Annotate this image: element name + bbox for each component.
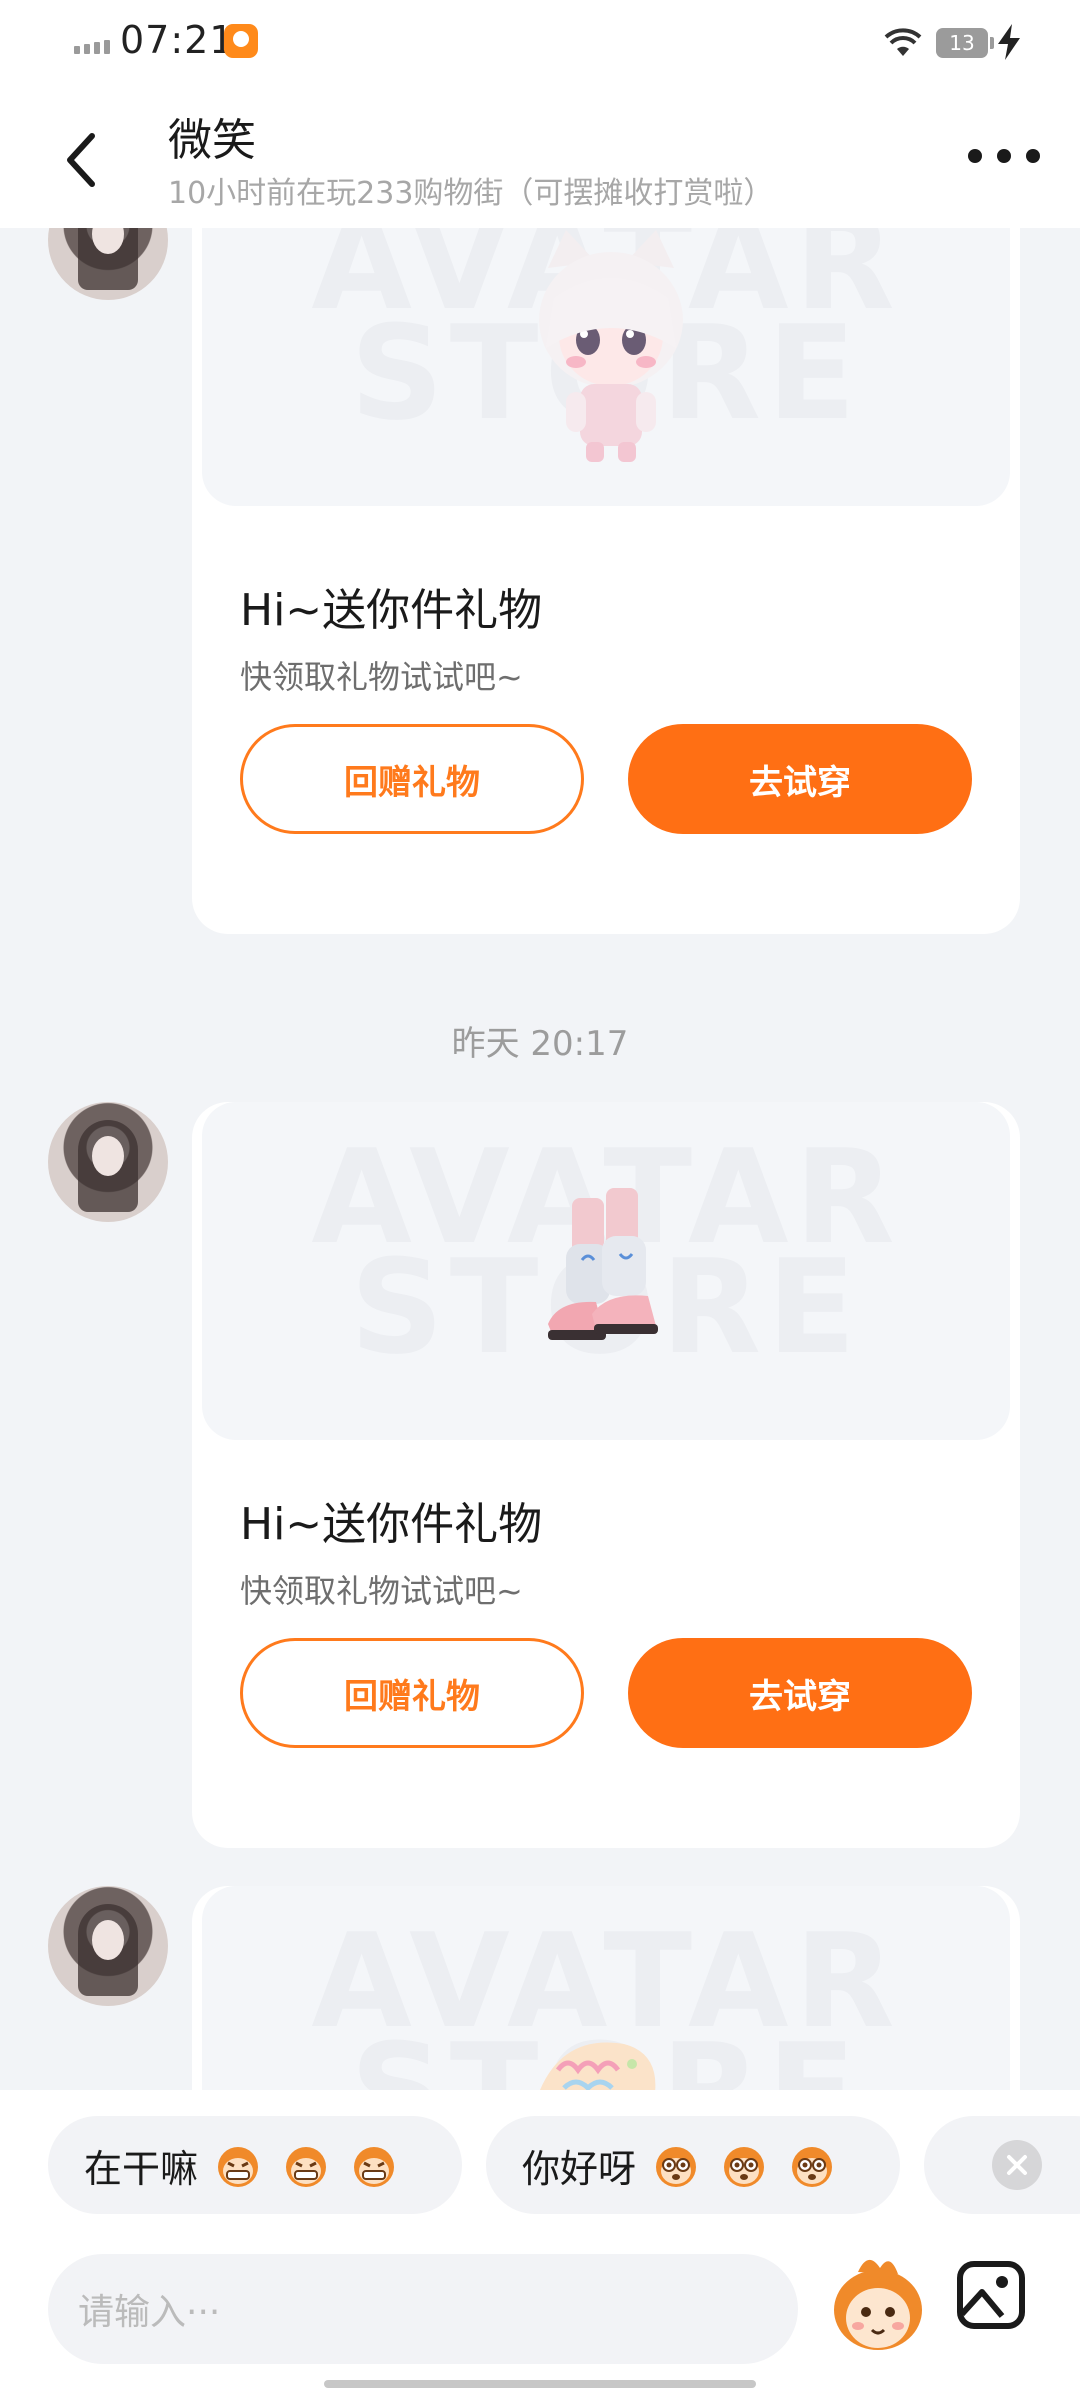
cat-ear-girl-avatar-image <box>539 230 683 462</box>
image-picker-icon[interactable] <box>956 2260 1026 2330</box>
grinning-monkey-emoji-icon <box>218 2147 259 2187</box>
gift-message-card: AVATARSTORE Hi~送你件礼物 快领取礼物试试吧~ 回赠礼物 去试穿 <box>192 1102 1020 1848</box>
try-on-button[interactable]: 去试穿 <box>628 1638 972 1748</box>
gift-message-title: Hi~送你件礼物 <box>240 1499 543 1550</box>
home-indicator[interactable] <box>324 2380 756 2388</box>
more-options-button[interactable] <box>968 136 1040 176</box>
grinning-monkey-emoji-icon <box>354 2147 395 2187</box>
quick-reply-text: 在干嘛 <box>84 2146 199 2191</box>
mascot-emoji-button[interactable] <box>828 2250 928 2360</box>
battery-icon: 13 <box>936 28 994 58</box>
contact-activity-status: 10小时前在玩233购物街（可摆摊收打赏啦） <box>168 176 774 211</box>
charging-icon <box>998 24 1020 60</box>
contact-name: 微笑 <box>168 115 256 166</box>
gift-image[interactable]: AVATARSTORE <box>202 228 1010 506</box>
message-timestamp: 昨天 20:17 <box>451 1024 629 1064</box>
candy-fish-item-image <box>540 2042 656 2090</box>
leg-warmer-boots-image <box>548 1188 658 1340</box>
status-time: 07:21 <box>120 18 235 62</box>
chat-message-list[interactable]: AVATARSTORE Hi~送你件礼物 快领取礼物试试吧 <box>0 228 1080 2090</box>
wide-eyed-monkey-emoji-icon <box>724 2147 765 2187</box>
message-input[interactable]: 请输入··· <box>48 2254 798 2364</box>
return-gift-button[interactable]: 回赠礼物 <box>240 724 584 834</box>
grinning-monkey-emoji-icon <box>286 2147 327 2187</box>
close-icon <box>1007 2155 1027 2175</box>
gift-message-description: 快领取礼物试试吧~ <box>240 1572 523 1610</box>
gift-message-card: AVATARSTORE Hi~送你件礼物 快领取礼物试试吧 <box>192 228 1020 934</box>
sender-avatar[interactable] <box>48 1886 168 2006</box>
gift-message-title: Hi~送你件礼物 <box>240 585 543 636</box>
input-panel: 在干嘛 你好呀 请输入··· <box>0 2090 1080 2400</box>
return-gift-button[interactable]: 回赠礼物 <box>240 1638 584 1748</box>
close-quick-replies-button[interactable] <box>992 2140 1042 2190</box>
sender-avatar[interactable] <box>48 228 168 300</box>
gift-message-card: AVATARSTORE <box>192 1886 1020 2090</box>
quick-reply-chip[interactable]: 在干嘛 <box>48 2116 462 2214</box>
gift-image[interactable]: AVATARSTORE <box>202 1102 1010 1440</box>
signal-icon <box>74 40 110 54</box>
wifi-icon <box>884 28 922 56</box>
chat-header: 微笑 10小时前在玩233购物街（可摆摊收打赏啦） <box>0 86 1080 228</box>
app-notification-icon <box>224 24 258 58</box>
quick-reply-text: 你好呀 <box>522 2146 637 2191</box>
gift-message-description: 快领取礼物试试吧~ <box>240 658 523 696</box>
back-icon <box>67 133 95 187</box>
quick-reply-bar[interactable]: 在干嘛 你好呀 <box>0 2116 1080 2216</box>
quick-reply-chip[interactable]: 你好呀 <box>486 2116 900 2214</box>
try-on-button[interactable]: 去试穿 <box>628 724 972 834</box>
message-input-placeholder: 请输入··· <box>78 2292 221 2333</box>
status-bar: 07:21 13 <box>0 0 1080 86</box>
back-button[interactable] <box>50 120 110 200</box>
wide-eyed-monkey-emoji-icon <box>656 2147 697 2187</box>
more-icon <box>968 149 982 163</box>
wide-eyed-monkey-emoji-icon <box>792 2147 833 2187</box>
sender-avatar[interactable] <box>48 1102 168 1222</box>
gift-image[interactable]: AVATARSTORE <box>202 1886 1010 2090</box>
